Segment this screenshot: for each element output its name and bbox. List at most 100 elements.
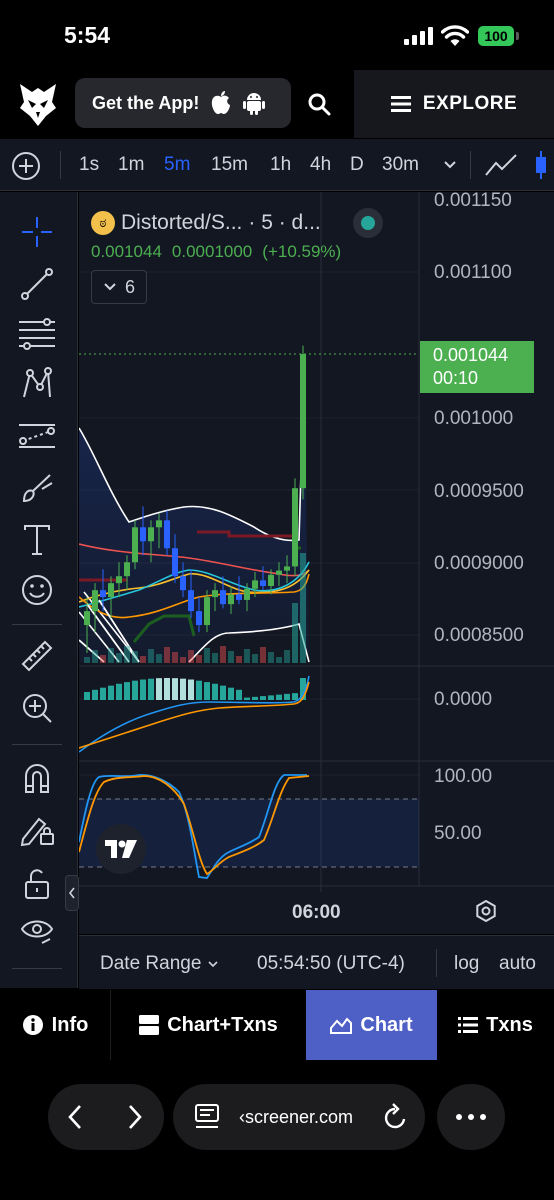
divider [436,949,437,977]
chevron-down-icon [208,961,218,968]
tradingview-logo[interactable] [96,824,146,874]
get-app-label: Get the App! [92,92,200,113]
timeframe-4h[interactable]: 4h [310,154,331,176]
explore-label: EXPLORE [422,93,518,114]
line-chart-icon[interactable] [484,153,518,177]
timeframe-30m[interactable]: 30m [382,154,419,176]
add-symbol-icon[interactable] [11,151,41,181]
address-bar[interactable]: ‹screener.com [173,1084,425,1150]
auto-scale-button[interactable]: auto [499,953,536,975]
back-icon[interactable] [66,1103,86,1131]
macd-bar [220,685,226,700]
volume-bar [188,650,194,663]
reload-icon[interactable] [382,1103,408,1131]
timezone-clock[interactable]: 05:54:50 (UTC-4) [257,953,405,975]
chevron-down-icon[interactable] [443,160,457,170]
lock-icon [25,869,49,899]
log-scale-button[interactable]: log [454,953,479,975]
tab-chart-txns[interactable]: Chart+Txns [111,990,306,1060]
timeframe-D[interactable]: D [350,154,364,176]
timeframe-1m[interactable]: 1m [118,154,144,176]
apple-icon [212,91,231,114]
volume-bar [212,653,218,663]
volume-bar [84,657,90,663]
chart-legend: ಠ Distorted/S... · 5 · d... 0.001044 0.0… [91,208,383,304]
volume-bar [284,650,290,663]
owl-logo-icon[interactable] [18,82,58,126]
last-price: 0.001044 [91,242,162,261]
status-bar: 5:54 100 [0,0,554,70]
market-open-icon [360,216,375,230]
candle-body [292,488,298,567]
zoom-tool[interactable] [17,688,57,728]
divider [60,151,61,179]
timeframe-15m[interactable]: 15m [211,154,248,176]
date-range-button[interactable]: Date Range [100,953,219,975]
timeframe-1s[interactable]: 1s [79,154,99,176]
date-range-label: Date Range [100,953,202,974]
wifi-icon [441,25,469,46]
crosshair-tool[interactable] [17,212,57,252]
candle-body [188,590,194,612]
android-icon [243,93,266,115]
zoom-in-icon [23,694,52,723]
tab-info[interactable]: Info [0,990,111,1060]
volume-bar [228,651,234,663]
measure-tool[interactable] [17,636,57,676]
divider [470,151,471,179]
candle-body [204,597,210,626]
more-button[interactable] [437,1084,505,1150]
brush-tool[interactable] [17,468,57,508]
candle-body [260,580,266,586]
volume-bar [244,649,250,663]
explore-button[interactable]: EXPLORE [354,70,554,138]
macd-bar [236,689,242,700]
battery-tip [516,32,519,40]
lock-tool[interactable] [17,864,57,904]
price-axis-label: 0.001000 [434,408,514,429]
info-icon [22,1015,43,1035]
forward-icon[interactable] [124,1103,144,1131]
pattern-tool[interactable] [17,364,57,404]
visibility-tool[interactable] [17,912,57,952]
indicators-toggle[interactable]: 6 [91,270,147,304]
chart-area[interactable]: ಠ Distorted/S... · 5 · d... 0.001044 0.0… [79,192,554,934]
get-app-button[interactable]: Get the App! [75,78,291,128]
magnet-tool[interactable] [17,758,57,798]
volume-bar [292,603,298,663]
candle-body [236,594,242,600]
url-text: ‹screener.com [239,1107,354,1127]
symbol-name[interactable]: Distorted/S... [121,211,242,235]
timeframe-5m[interactable]: 5m [164,154,190,176]
bar-countdown: 00:10 [433,368,479,388]
fib-tool[interactable] [17,314,57,354]
timeframe-1h[interactable]: 1h [270,154,291,176]
search-icon[interactable] [307,92,331,116]
browser-nav [48,1084,164,1150]
volume-bar [140,656,146,663]
candle-body [268,574,274,586]
tab-chart[interactable]: Chart [306,990,437,1060]
candle-body [124,562,130,577]
split-icon [139,1015,160,1035]
emoji-tool[interactable] [17,570,57,610]
volume-bar [164,647,170,663]
chart-settings-icon[interactable] [475,900,497,922]
collapse-toolbar-button[interactable] [65,875,79,911]
candle-body [148,527,154,542]
trend-line-tool[interactable] [17,264,57,304]
tradingview-logo-icon [105,840,137,858]
market-status[interactable] [352,208,383,238]
text-tool[interactable] [17,520,57,560]
trend-line-icon [21,268,53,300]
candle-chart-icon[interactable] [534,151,548,179]
lock-drawings-tool[interactable] [17,810,57,850]
reader-mode-icon[interactable] [195,1104,219,1130]
crosshair-icon [22,217,52,247]
macd-bar [116,683,122,700]
volume-bar [116,653,122,663]
forecast-tool[interactable] [17,416,57,456]
macd-bar [84,692,90,700]
price-axis-label: 0.0009500 [434,481,524,502]
tab-txns[interactable]: Txns [437,990,554,1060]
